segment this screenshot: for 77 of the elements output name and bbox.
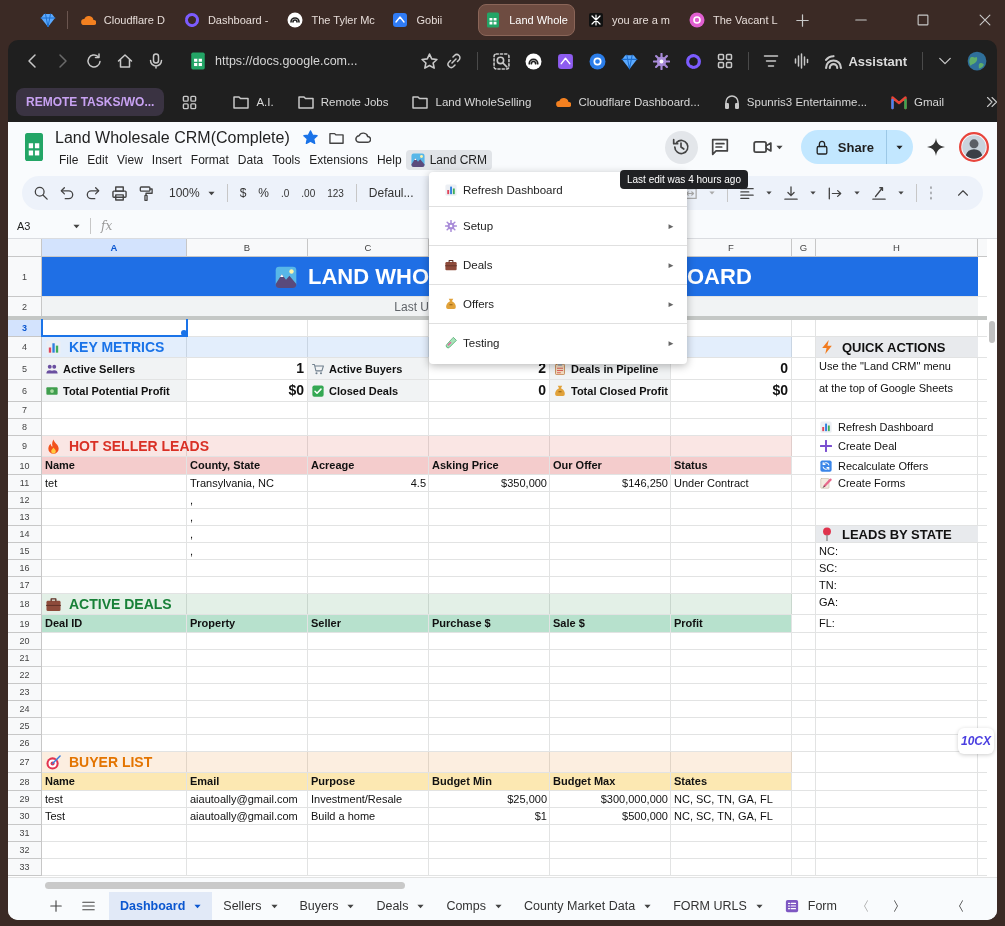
table-cell-text: Investment/Resale bbox=[310, 792, 404, 807]
side-note: GA: bbox=[818, 595, 839, 610]
table-cell-text: NC, SC, TN, GA, FL bbox=[673, 809, 774, 824]
column-title: Purchase $ bbox=[429, 615, 550, 632]
table-cell-text: 4.5 bbox=[409, 476, 427, 491]
action-label: Create Forms bbox=[838, 477, 906, 489]
side-note: FL: bbox=[818, 616, 836, 631]
column-title: Property bbox=[187, 615, 308, 632]
action-label: Recalculate Offers bbox=[838, 459, 929, 472]
table-cell-text: NC, SC, TN, GA, FL bbox=[673, 792, 774, 807]
table-cell-text: $300,000,000 bbox=[599, 792, 669, 807]
column-title: Seller bbox=[308, 615, 429, 632]
metric-label: Deals in Pipeline bbox=[571, 362, 659, 375]
metric-value: $0 bbox=[287, 381, 305, 400]
column-title: Budget Min bbox=[429, 773, 550, 790]
column-title: Name bbox=[42, 773, 187, 790]
subtitle-text: Last U bbox=[394, 299, 429, 314]
metric-value: 0 bbox=[779, 359, 789, 378]
submenu-arrow: ► bbox=[667, 299, 675, 309]
table-cell-text: $25,000 bbox=[506, 792, 548, 807]
side-note: NC: bbox=[818, 544, 839, 559]
metric-label: Closed Deals bbox=[329, 384, 399, 397]
column-title: States bbox=[671, 773, 792, 790]
banner-title: LAND WHO bbox=[308, 263, 429, 290]
column-title: Our Offer bbox=[550, 457, 671, 474]
metric-label: Active Buyers bbox=[329, 362, 403, 375]
metric-value: 0 bbox=[537, 381, 547, 400]
table-cell-text: $350,000 bbox=[500, 476, 548, 491]
tooltip: Last edit was 4 hours ago bbox=[620, 170, 748, 189]
column-title: Sale $ bbox=[550, 615, 671, 632]
column-title: Purpose bbox=[308, 773, 429, 790]
table-cell-text: , bbox=[189, 493, 195, 508]
section-title: ACTIVE DEALS bbox=[69, 596, 172, 612]
table-cell-text: aiautoally@gmail.com bbox=[189, 792, 299, 807]
table-cell-text: test bbox=[44, 792, 64, 807]
table-cell-text: $1 bbox=[533, 809, 548, 824]
table-cell-text: Test bbox=[44, 809, 67, 824]
column-title: Email bbox=[187, 773, 308, 790]
metric-label: Total Closed Profit bbox=[571, 384, 668, 397]
banner-title: OARD bbox=[687, 263, 752, 290]
column-title: Name bbox=[42, 457, 187, 474]
column-title: Status bbox=[671, 457, 792, 474]
function-label: fx bbox=[101, 219, 113, 233]
side-note: SC: bbox=[818, 561, 839, 576]
table-cell-text: tet bbox=[44, 476, 59, 491]
side-title: LEADS BY STATE bbox=[842, 526, 952, 542]
table-cell-text: , bbox=[189, 544, 195, 559]
section-title: HOT SELLER LEADS bbox=[69, 438, 209, 454]
action-label: Refresh Dashboard bbox=[838, 421, 934, 433]
table-cell-text: Transylvania, NC bbox=[189, 476, 275, 491]
side-note: Use the "Land CRM" menu bbox=[818, 359, 952, 374]
submenu-arrow: ► bbox=[667, 338, 675, 348]
column-title: Deal ID bbox=[42, 615, 187, 632]
table-cell-text: aiautoally@gmail.com bbox=[189, 809, 299, 824]
column-title: Asking Price bbox=[429, 457, 550, 474]
column-title: County, State bbox=[187, 457, 308, 474]
column-title: Budget Max bbox=[550, 773, 671, 790]
table-cell-text: Build a home bbox=[310, 809, 377, 824]
column-title: Profit bbox=[671, 615, 792, 632]
metric-label: Active Sellers bbox=[63, 362, 136, 375]
metric-label: Total Potential Profit bbox=[63, 384, 170, 397]
table-cell-text: , bbox=[189, 527, 195, 542]
table-cell-text: $146,250 bbox=[621, 476, 669, 491]
section-title: KEY METRICS bbox=[69, 339, 165, 355]
table-cell-text: $500,000 bbox=[621, 809, 669, 824]
section-title: BUYER LIST bbox=[69, 754, 153, 770]
submenu-arrow: ► bbox=[667, 260, 675, 270]
side-note: at the top of Google Sheets bbox=[818, 381, 954, 396]
metric-value: $0 bbox=[771, 381, 789, 400]
side-title: QUICK ACTIONS bbox=[842, 339, 946, 355]
table-cell-text: Under Contract bbox=[673, 476, 750, 491]
submenu-arrow: ► bbox=[667, 221, 675, 231]
column-title: Acreage bbox=[308, 457, 429, 474]
metric-value: 1 bbox=[295, 359, 305, 378]
action-label: Create Deal bbox=[838, 440, 897, 452]
side-note: TN: bbox=[818, 578, 838, 593]
table-cell-text: , bbox=[189, 510, 195, 525]
